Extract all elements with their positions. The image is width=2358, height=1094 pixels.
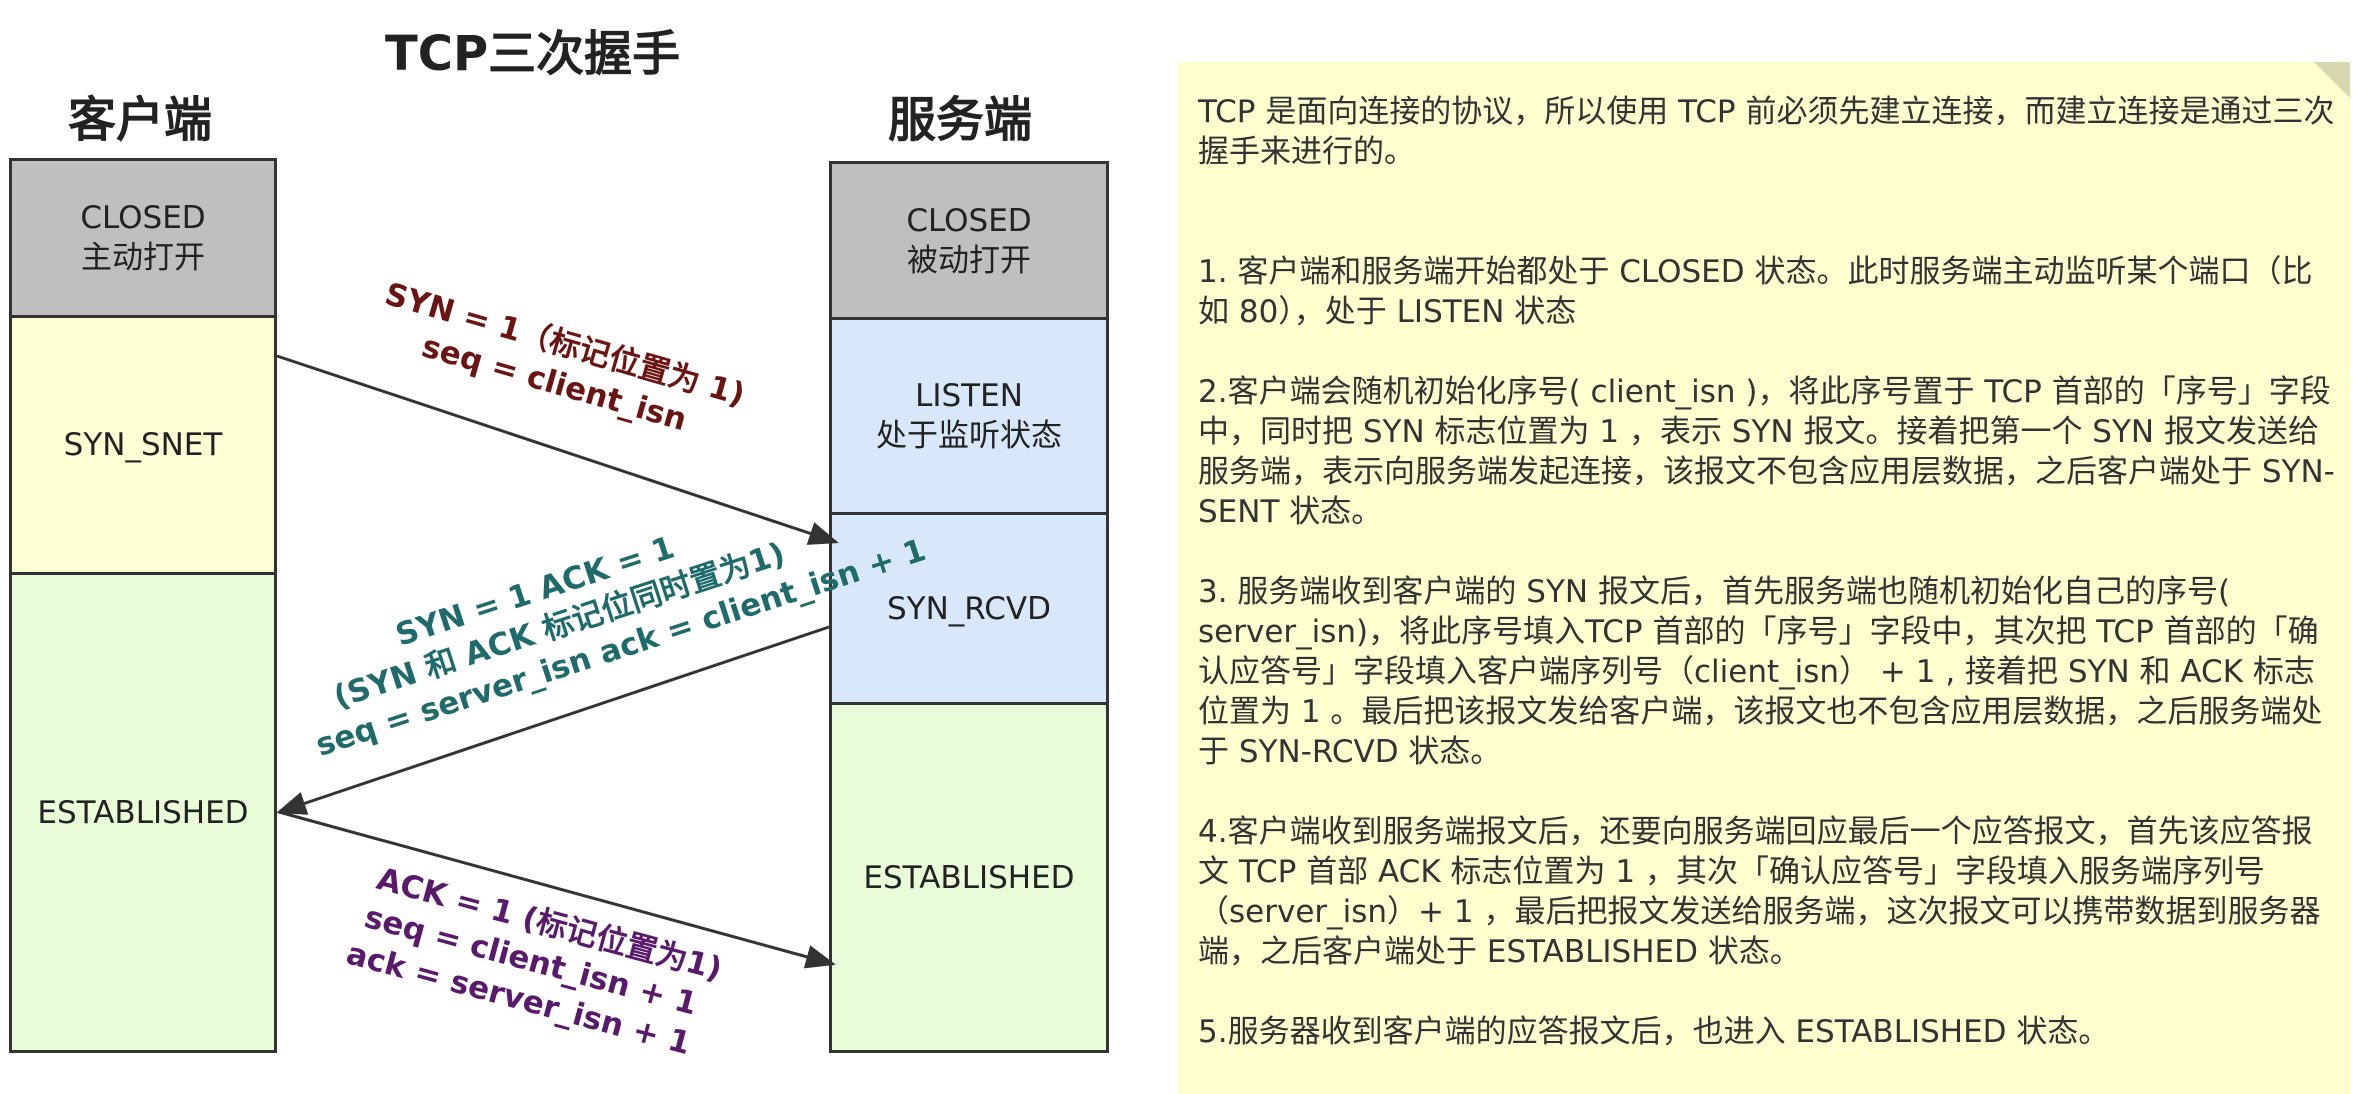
explanation-note: TCP 是面向连接的协议，所以使用 TCP 前必须先建立连接，而建立连接是通过三…	[1178, 62, 2350, 1094]
note-text: TCP 是面向连接的协议，所以使用 TCP 前必须先建立连接，而建立连接是通过三…	[1198, 92, 2338, 1092]
handshake-arrows: SYN = 1（标记位置为 1) seq = client_isn SYN = …	[276, 276, 930, 1062]
syn-ack-message: SYN = 1 ACK = 1 (SYN 和 ACK 标记位同时置为1) seq…	[311, 530, 930, 764]
syn-message: SYN = 1（标记位置为 1) seq = client_isn	[381, 276, 749, 438]
ack-message: ACK = 1 (标记位置为1) seq = client_isn + 1 ac…	[343, 861, 726, 1062]
note-intro: TCP 是面向连接的协议，所以使用 TCP 前必须先建立连接，而建立连接是通过三…	[1198, 94, 2335, 170]
note-step-5: 5.服务器收到客户端的应答报文后，也进入 ESTABLISHED 状态。	[1198, 1014, 2110, 1050]
note-step-4: 4.客户端收到服务端报文后，还要向服务端回应最后一个应答报文，首先该应答报文 T…	[1198, 814, 2321, 970]
note-step-2: 2.客户端会随机初始化序号( client_isn )，将此序号置于 TCP 首…	[1198, 374, 2335, 530]
note-step-3: 3. 服务端收到客户端的 SYN 报文后，首先服务端也随机初始化自己的序号( s…	[1198, 574, 2323, 770]
note-step-1: 1. 客户端和服务端开始都处于 CLOSED 状态。此时服务端主动监听某个端口（…	[1198, 254, 2313, 330]
